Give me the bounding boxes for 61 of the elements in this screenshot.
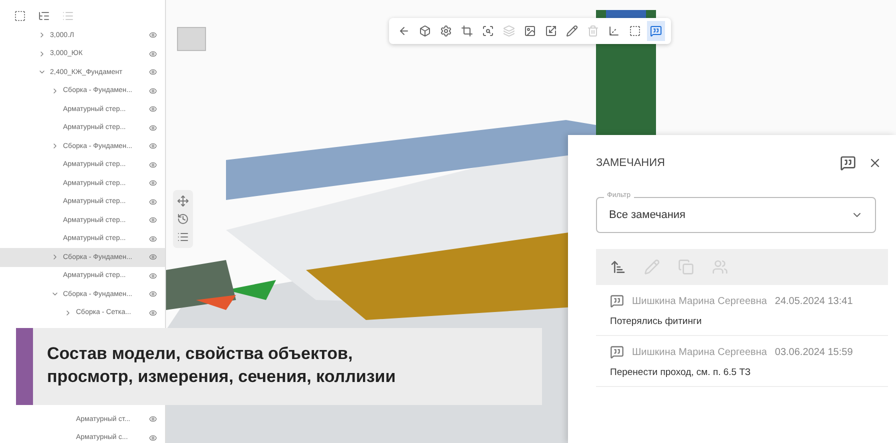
pencil-icon [644,259,660,275]
comment-author: Шишкина Марина Сергеевна [632,296,767,306]
comment-button[interactable] [647,21,665,41]
comment-icon [610,294,624,308]
comment-icon [650,25,662,37]
eye-icon[interactable] [149,308,157,317]
copy-icon [678,259,694,275]
filter-select[interactable]: Все замечания [596,197,876,233]
comment-icon [840,155,856,171]
chevron-right-icon[interactable] [51,142,59,150]
close-icon [868,156,882,170]
layers-icon [503,25,515,37]
eye-icon[interactable] [149,198,157,206]
eye-icon[interactable] [149,415,157,424]
zoom-icon [482,25,494,37]
comment-text: Перенести проход, см. п. 6.5 ТЗ [610,367,752,378]
eye-icon[interactable] [149,50,157,58]
trash-icon [587,25,599,37]
chevron-right-icon[interactable] [38,31,46,40]
crop-icon [461,25,473,37]
eye-icon[interactable] [149,216,157,224]
comment-author: Шишкина Марина Сергеевна [632,346,767,358]
move-button[interactable] [177,195,189,207]
chevron-right-icon[interactable] [38,50,46,58]
frame-icon [629,25,641,37]
chevron-right-icon[interactable] [51,253,59,262]
eye-icon[interactable] [149,234,157,243]
eye-icon[interactable] [149,142,157,150]
eye-icon[interactable] [149,179,157,188]
frame-button[interactable] [14,10,26,22]
tree-button[interactable] [38,10,50,22]
image-icon [524,25,536,37]
box-icon [419,25,431,37]
eye-icon[interactable] [149,86,157,95]
comment-text: Потерялись фитинги [610,316,703,327]
pencil-icon [566,25,578,37]
chevron-right-icon[interactable] [64,308,72,317]
eye-icon[interactable] [149,434,157,442]
comment-date: 03.06.2024 15:59 [774,346,853,358]
sort-icon [610,259,626,275]
comment-date: 24.05.2024 13:41 [774,296,853,306]
eye-icon[interactable] [149,68,157,76]
eye-icon[interactable] [149,105,157,114]
eye-icon[interactable] [149,160,157,169]
history-button[interactable] [177,213,189,225]
users-icon [712,259,728,275]
resize-icon [545,25,557,37]
axes-icon [608,25,620,37]
eye-icon[interactable] [149,124,157,132]
eye-icon[interactable] [149,290,157,298]
panel-title: ЗАМЕЧАНИЯ [596,157,666,169]
eye-icon[interactable] [149,253,157,262]
caption-text: Состав модели, свойства объектов, просмотр, измерения, сечения, коллизии [46,343,397,388]
gear-icon [440,25,452,37]
filter-value: Все замечания [609,209,687,221]
sort-button[interactable] [610,259,626,275]
arrow-left-icon [398,25,410,37]
eye-icon[interactable] [149,31,157,40]
eye-icon[interactable] [149,272,157,280]
chevron-right-icon[interactable] [51,86,59,95]
comment-icon [610,345,624,359]
